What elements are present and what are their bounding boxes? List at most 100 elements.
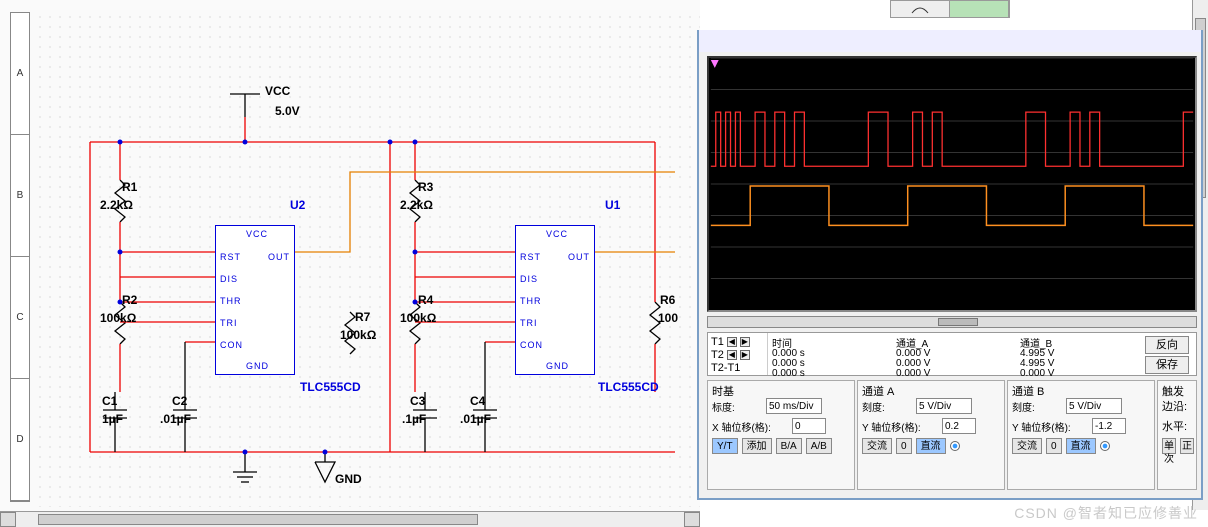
c1-name: C1 <box>102 394 117 408</box>
scope-window: T1◀▶ T2◀▶ T2-T1 时间 0.000 s 0.000 s 0.000… <box>697 30 1203 500</box>
chb-zero-button[interactable]: 0 <box>1046 438 1062 454</box>
waveform-display[interactable] <box>707 56 1197 312</box>
r2-val: 100kΩ <box>100 311 136 325</box>
level-label: 水平: <box>1162 418 1187 434</box>
t1-left-btn[interactable]: ◀ <box>727 337 737 347</box>
scroll-thumb[interactable] <box>38 514 478 525</box>
xoff-label: X 轴位移(格): <box>712 419 788 434</box>
mode-add-button[interactable]: 添加 <box>742 438 772 454</box>
tab-2[interactable] <box>950 1 1009 17</box>
cha-scale-input[interactable] <box>916 398 972 414</box>
u2-part: TLC555CD <box>300 380 361 394</box>
cha-ac-button[interactable]: 交流 <box>862 438 892 454</box>
view-tabs[interactable] <box>890 0 1010 18</box>
r3-name: R3 <box>418 180 433 194</box>
cha-dc-button[interactable]: 直流 <box>916 438 946 454</box>
chb-panel: 通道 B 刻度: Y 轴位移(格): 交流 0 直流 <box>1007 380 1155 490</box>
t2-b: 4.995 V <box>1020 358 1136 368</box>
wave-scrollbar[interactable] <box>707 316 1197 328</box>
schematic-canvas[interactable]: A B C D VCC RST OUT DIS THR TRI CON GND … <box>0 0 700 527</box>
r3-val: 2.2kΩ <box>400 198 433 212</box>
cha-enable-radio[interactable] <box>950 441 960 451</box>
t2-label: T2 <box>711 349 724 361</box>
r1-name: R1 <box>122 180 137 194</box>
chb-ac-button[interactable]: 交流 <box>1012 438 1042 454</box>
edge-label: 边沿: <box>1162 398 1187 414</box>
scale-label: 标度: <box>712 399 762 414</box>
c2-val: .01µF <box>160 412 191 426</box>
t1-time: 0.000 s <box>772 348 888 358</box>
ruler-row: A <box>11 13 29 135</box>
chb-scale-label: 刻度: <box>1012 399 1062 414</box>
dt-b: 0.000 V <box>1020 368 1136 378</box>
h-scrollbar[interactable] <box>0 511 700 527</box>
t2-a: 0.000 V <box>896 358 1012 368</box>
timebase-panel: 时基 标度: X 轴位移(格): Y/T 添加 B/A A/B <box>707 380 855 490</box>
dt-time: 0.000 s <box>772 368 888 378</box>
save-button[interactable]: 保存 <box>1145 356 1189 374</box>
mode-yt-button[interactable]: Y/T <box>712 438 738 454</box>
c4-name: C4 <box>470 394 485 408</box>
t2-left-btn[interactable]: ◀ <box>727 350 737 360</box>
u1-part: TLC555CD <box>598 380 659 394</box>
trig-single-button[interactable]: 单次 <box>1162 438 1176 454</box>
tdiff-label: T2-T1 <box>711 362 740 374</box>
c4-val: .01µF <box>460 412 491 426</box>
trigger-panel: 触发 边沿: 水平: 单次 正 <box>1157 380 1197 490</box>
r1-val: 2.2kΩ <box>100 198 133 212</box>
cha-yoff-label: Y 轴位移(格): <box>862 419 938 434</box>
r7-val: 100kΩ <box>340 328 376 342</box>
u2-name: U2 <box>290 198 305 212</box>
trigger-title: 触发 <box>1162 383 1192 396</box>
chb-title: 通道 B <box>1012 383 1150 396</box>
cursor-marker-icon <box>711 60 719 68</box>
ruler-vertical: A B C D <box>10 12 30 502</box>
t2-time: 0.000 s <box>772 358 888 368</box>
watermark: CSDN @智者知已应修善业 <box>1014 503 1198 523</box>
c3-val: .1µF <box>402 412 426 426</box>
col-cha: 通道_A <box>896 335 1012 348</box>
cha-panel: 通道 A 刻度: Y 轴位移(格): 交流 0 直流 <box>857 380 1005 490</box>
r4-name: R4 <box>418 293 433 307</box>
gnd-label: GND <box>335 472 362 486</box>
cha-scale-label: 刻度: <box>862 399 912 414</box>
cha-yoff-input[interactable] <box>942 418 976 434</box>
wave-scroll-thumb[interactable] <box>938 318 978 326</box>
scroll-left-btn[interactable] <box>0 512 16 527</box>
cha-title: 通道 A <box>862 383 1000 396</box>
t1-b: 4.995 V <box>1020 348 1136 358</box>
t1-label: T1 <box>711 336 724 348</box>
t1-right-btn[interactable]: ▶ <box>740 337 750 347</box>
r7-name: R7 <box>355 310 370 324</box>
chb-enable-radio[interactable] <box>1100 441 1110 451</box>
mode-ba-button[interactable]: B/A <box>776 438 802 454</box>
chb-dc-button[interactable]: 直流 <box>1066 438 1096 454</box>
t1-a: 0.000 V <box>896 348 1012 358</box>
schematic-wiring <box>35 12 695 502</box>
reverse-button[interactable]: 反向 <box>1145 336 1189 354</box>
col-time: 时间 <box>772 335 888 348</box>
col-chb: 通道_B <box>1020 335 1136 348</box>
r6-name: R6 <box>660 293 675 307</box>
vcc-value: 5.0V <box>275 104 300 118</box>
chb-yoff-input[interactable] <box>1092 418 1126 434</box>
u1-name: U1 <box>605 198 620 212</box>
mode-ab-button[interactable]: A/B <box>806 438 832 454</box>
ruler-row: B <box>11 135 29 257</box>
chb-scale-input[interactable] <box>1066 398 1122 414</box>
c1-val: 1µF <box>102 412 123 426</box>
cursor-readout: T1◀▶ T2◀▶ T2-T1 时间 0.000 s 0.000 s 0.000… <box>707 332 1197 376</box>
timebase-scale-input[interactable] <box>766 398 822 414</box>
ruler-row: D <box>11 379 29 501</box>
cha-zero-button[interactable]: 0 <box>896 438 912 454</box>
t2-right-btn[interactable]: ▶ <box>740 350 750 360</box>
xoff-input[interactable] <box>792 418 826 434</box>
c3-name: C3 <box>410 394 425 408</box>
dt-a: 0.000 V <box>896 368 1012 378</box>
trig-normal-button[interactable]: 正 <box>1180 438 1194 454</box>
timebase-title: 时基 <box>712 383 850 396</box>
r4-val: 100kΩ <box>400 311 436 325</box>
r2-name: R2 <box>122 293 137 307</box>
scroll-right-btn[interactable] <box>684 512 700 527</box>
tab-1[interactable] <box>891 1 950 17</box>
